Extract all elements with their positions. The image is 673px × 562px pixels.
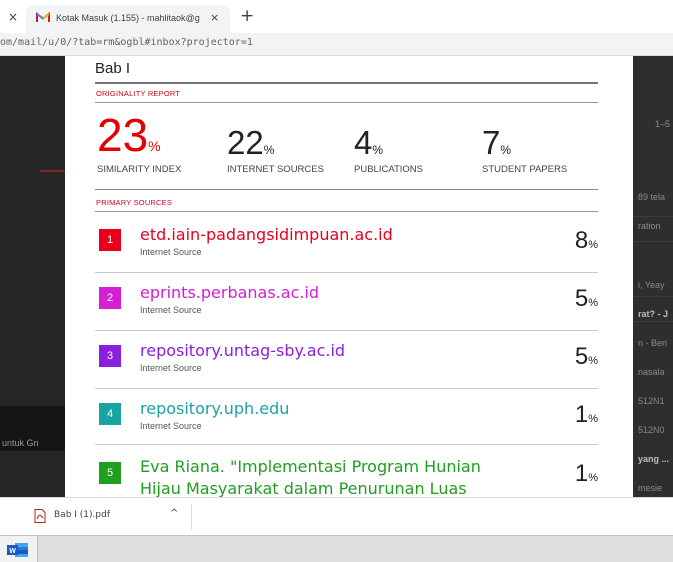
source-title-line-2: Hijau Masyarakat dalam Penurunan Luas <box>140 479 467 497</box>
originality-report-label: ORIGINALITY REPORT <box>96 89 181 98</box>
gmail-row-divider <box>633 216 673 217</box>
document-viewer-page: Bab I ORIGINALITY REPORT 23% SIMILARITY … <box>65 56 633 497</box>
pdf-file-icon <box>34 509 46 523</box>
title-divider <box>95 82 598 84</box>
source-percent-value: 1 <box>574 460 589 487</box>
stat-internet-sources: 22% <box>227 126 274 160</box>
close-tab-button[interactable]: × <box>8 10 18 24</box>
source-title: etd.iain-padangsidimpuan.ac.id <box>140 225 393 244</box>
address-bar[interactable]: om/mail/u/0/?tab=rm&ogbl#inbox?projector… <box>0 33 673 56</box>
source-percent-value: 8 <box>574 227 589 254</box>
source-percent: 1% <box>575 401 598 429</box>
publications-value: 4 <box>354 124 373 161</box>
source-percent-value: 5 <box>574 285 589 312</box>
windows-taskbar: W <box>0 535 673 562</box>
source-percent-sign: % <box>588 413 598 425</box>
stats-divider <box>95 189 598 190</box>
gmail-snippet: ration <box>638 221 661 231</box>
stat-publications: 4% <box>354 126 383 160</box>
source-percent-sign: % <box>588 297 598 309</box>
internet-sources-label: INTERNET SOURCES <box>227 164 324 175</box>
document-title: Bab I <box>95 60 131 77</box>
url-text: om/mail/u/0/?tab=rm&ogbl#inbox?projector… <box>0 37 253 48</box>
new-tab-button[interactable]: + <box>240 6 254 26</box>
publications-percent-sign: % <box>372 143 384 157</box>
stat-student-papers: 7% <box>482 126 511 160</box>
gmail-icon <box>36 12 50 22</box>
gmail-snippet: 512N0 <box>638 425 665 435</box>
svg-text:W: W <box>9 548 16 555</box>
similarity-value: 23 <box>97 109 149 161</box>
gmail-pagination: 1–5 <box>655 119 671 129</box>
source-row-5[interactable]: 5 Eva Riana. "Implementasi Program Hunia… <box>95 445 598 497</box>
gmail-snippet: n - Beri <box>638 338 668 348</box>
source-row-1[interactable]: 1 etd.iain-padangsidimpuan.ac.id Interne… <box>95 217 598 274</box>
source-percent: 5% <box>575 343 598 371</box>
primary-sources-divider <box>95 211 598 212</box>
source-percent: 1% <box>575 460 598 488</box>
student-papers-percent-sign: % <box>500 143 512 157</box>
student-papers-label: STUDENT PAPERS <box>482 164 568 175</box>
source-title: repository.untag-sby.ac.id <box>140 341 346 360</box>
tab-title: Kotak Masuk (1.155) - mahlitaok@g <box>56 13 200 23</box>
gmail-snippet: 512N1 <box>638 396 665 406</box>
download-item[interactable]: Bab I (1).pdf ^ <box>20 504 192 530</box>
source-number-badge: 2 <box>99 287 121 309</box>
source-title: repository.uph.edu <box>140 399 290 418</box>
gmail-row-divider <box>633 296 673 297</box>
source-number-badge: 5 <box>99 462 121 484</box>
publications-label: PUBLICATIONS <box>354 164 423 175</box>
source-number-badge: 1 <box>99 229 121 251</box>
screen: × Kotak Masuk (1.155) - mahlitaok@g × + … <box>0 0 673 562</box>
tab-close-button[interactable]: × <box>210 11 219 24</box>
internet-sources-value: 22 <box>227 124 264 161</box>
chevron-up-icon[interactable]: ^ <box>170 508 178 519</box>
gmail-snippet: rat? - J <box>638 309 669 319</box>
source-type: Internet Source <box>140 421 202 431</box>
primary-sources-label: PRIMARY SOURCES <box>96 198 173 207</box>
source-number-badge: 3 <box>99 345 121 367</box>
gmail-row-divider <box>633 241 673 242</box>
gmail-row-divider <box>633 321 673 322</box>
source-percent-sign: % <box>588 355 598 367</box>
gmail-snippet: 89 tela <box>638 192 666 202</box>
report-divider <box>95 102 598 103</box>
source-percent: 5% <box>575 285 598 313</box>
tab-gmail[interactable]: Kotak Masuk (1.155) - mahlitaok@g × <box>26 5 230 33</box>
word-icon: W <box>7 543 28 557</box>
internet-sources-percent-sign: % <box>263 143 275 157</box>
source-type: Internet Source <box>140 305 202 315</box>
source-row-4[interactable]: 4 repository.uph.edu Internet Source 1% <box>95 389 598 446</box>
browser-tab-strip: × Kotak Masuk (1.155) - mahlitaok@g × + <box>0 0 673 33</box>
source-type: Internet Source <box>140 247 202 257</box>
source-row-3[interactable]: 3 repository.untag-sby.ac.id Internet So… <box>95 331 598 388</box>
source-row-2[interactable]: 2 eprints.perbanas.ac.id Internet Source… <box>95 273 598 330</box>
source-percent-sign: % <box>588 472 598 484</box>
source-percent: 8% <box>575 227 598 255</box>
download-bar: Bab I (1).pdf ^ <box>0 497 673 535</box>
student-papers-value: 7 <box>482 124 501 161</box>
source-percent-value: 5 <box>574 343 589 370</box>
source-percent-sign: % <box>588 239 598 251</box>
gmail-snippet: untuk Gn <box>2 438 39 448</box>
download-file-name: Bab I (1).pdf <box>54 510 110 520</box>
gmail-snippet: i, Yeay <box>638 280 665 290</box>
source-percent-value: 1 <box>574 401 589 428</box>
source-title: eprints.perbanas.ac.id <box>140 283 320 302</box>
stat-similarity-index: 23% <box>97 112 161 158</box>
source-type: Internet Source <box>140 363 202 373</box>
similarity-percent-sign: % <box>148 138 161 154</box>
gmail-snippet: mesie <box>638 483 663 493</box>
taskbar-word-button[interactable]: W <box>0 536 38 562</box>
gmail-snippet: nasala <box>638 367 665 377</box>
source-number-badge: 4 <box>99 403 121 425</box>
similarity-label: SIMILARITY INDEX <box>97 164 182 175</box>
gmail-snippet: yang ... <box>638 454 670 464</box>
source-title: Eva Riana. "Implementasi Program Hunian <box>140 457 481 476</box>
gmail-tab-underline <box>40 170 65 172</box>
